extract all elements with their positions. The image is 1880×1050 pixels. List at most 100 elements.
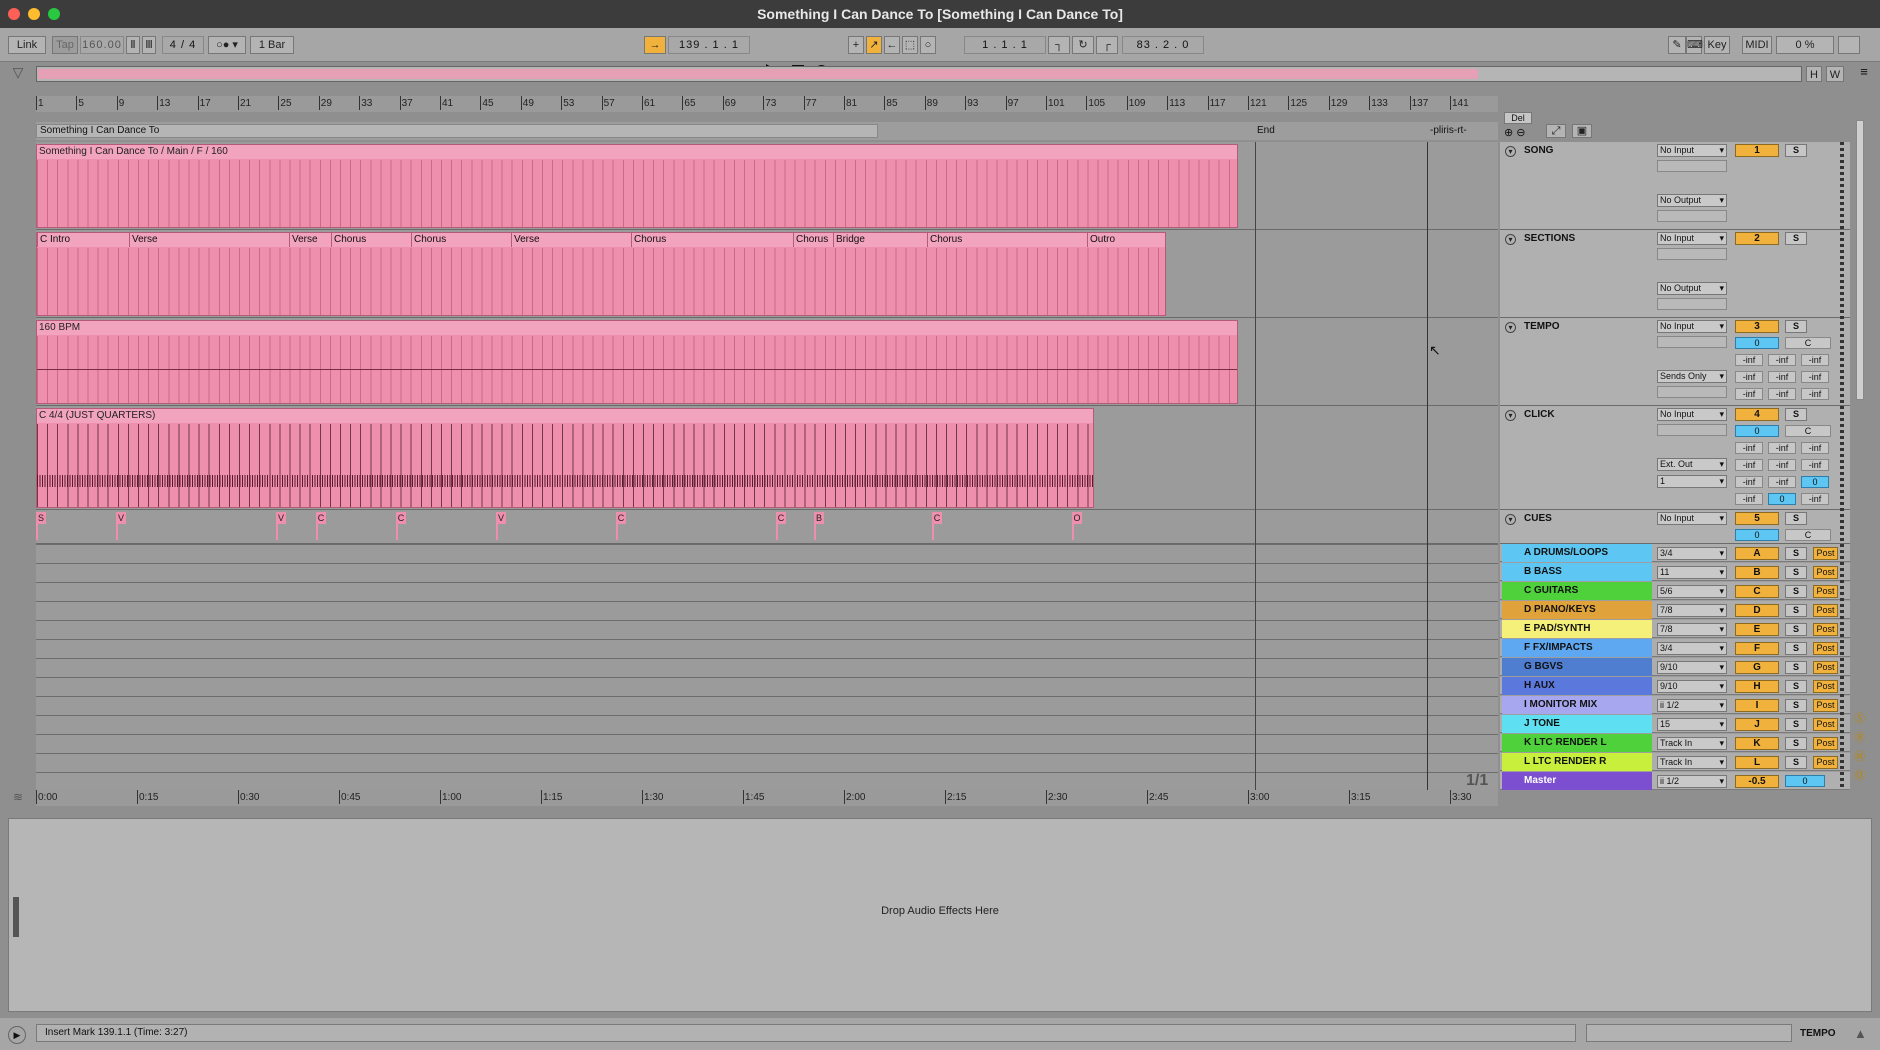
routing-selector[interactable]: 5/6: [1657, 585, 1727, 598]
track-activator[interactable]: J: [1735, 718, 1779, 731]
vertical-scrollbar[interactable]: [1856, 120, 1864, 400]
section-label[interactable]: Verse: [289, 233, 318, 247]
send-field[interactable]: -inf: [1768, 371, 1796, 383]
track-activator[interactable]: H: [1735, 680, 1779, 693]
cue-marker[interactable]: B: [814, 512, 824, 540]
send-field[interactable]: -inf: [1735, 459, 1763, 471]
send-field-active[interactable]: 0: [1768, 493, 1796, 505]
nudge-down-icon[interactable]: Ⅱ: [126, 36, 140, 54]
track-activator[interactable]: 2: [1735, 232, 1779, 245]
time-ruler[interactable]: 0:00 0:15 0:30 0:45 1:00 1:15 1:30 1:45 2:00 2:15…: [35, 790, 1498, 806]
routing-selector[interactable]: 11: [1657, 566, 1727, 579]
arrangement-view[interactable]: Something I Can Dance To / Main / F / 16…: [36, 142, 1498, 790]
group-track[interactable]: B BASS 11 BS Post: [1500, 563, 1850, 581]
pan-field[interactable]: C: [1785, 337, 1831, 349]
solo-button[interactable]: S: [1785, 604, 1807, 617]
group-track[interactable]: J TONE 15 JS Post: [1500, 715, 1850, 733]
song-locator[interactable]: Something I Can Dance To: [40, 125, 159, 136]
send-field[interactable]: -inf: [1768, 354, 1796, 366]
input-channel[interactable]: [1657, 248, 1727, 260]
group-track[interactable]: G BGVS 9/10 GS Post: [1500, 658, 1850, 676]
section-label[interactable]: Bridge: [833, 233, 865, 247]
computer-keyboard-icon[interactable]: ⌨: [1686, 36, 1703, 54]
midi-map-button[interactable]: MIDI: [1742, 36, 1772, 54]
section-label[interactable]: Chorus: [793, 233, 828, 247]
track-sections[interactable]: ▾ SECTIONS No Input No Output 2 S: [1500, 230, 1850, 318]
time-signature-field[interactable]: 4 / 4: [162, 36, 204, 54]
master-pan-field[interactable]: 0: [1785, 775, 1825, 787]
master-volume-field[interactable]: -0.5: [1735, 775, 1779, 788]
track-master[interactable]: Master ii 1/2 -0.5 0: [1500, 772, 1850, 790]
cue-marker[interactable]: C: [776, 512, 786, 540]
solo-button[interactable]: S: [1785, 661, 1807, 674]
send-field[interactable]: -inf: [1801, 371, 1829, 383]
pan-field[interactable]: C: [1785, 529, 1831, 541]
routing-selector[interactable]: 15: [1657, 718, 1727, 731]
input-selector[interactable]: No Input: [1657, 512, 1727, 525]
track-activator[interactable]: E: [1735, 623, 1779, 636]
song-lane[interactable]: Something I Can Dance To / Main / F / 16…: [36, 142, 1498, 230]
send-field[interactable]: -inf: [1768, 459, 1796, 471]
cues-lane[interactable]: SVVCCVCCBCO: [36, 510, 1498, 544]
group-track[interactable]: K LTC RENDER L Track In KS Post: [1500, 734, 1850, 752]
track-cues[interactable]: ▾ CUES No Input 5 S 0 C: [1500, 510, 1850, 544]
solo-button[interactable]: S: [1785, 737, 1807, 750]
post-button[interactable]: Post: [1813, 718, 1838, 731]
arrangement-position-field[interactable]: 139 . 1 . 1: [668, 36, 750, 54]
post-button[interactable]: Post: [1813, 661, 1838, 674]
song-clip[interactable]: Something I Can Dance To / Main / F / 16…: [36, 144, 1238, 228]
track-activator[interactable]: D: [1735, 604, 1779, 617]
metronome-button[interactable]: ○● ▾: [208, 36, 246, 54]
solo-button[interactable]: S: [1785, 642, 1807, 655]
solo-button[interactable]: S: [1785, 718, 1807, 731]
output-channel-selector[interactable]: 1: [1657, 475, 1727, 488]
section-label[interactable]: Verse: [511, 233, 540, 247]
sections-clip[interactable]: C Intro Verse Verse Chorus Chorus Verse Chorus…: [36, 232, 1166, 316]
send-field[interactable]: -inf: [1735, 493, 1763, 505]
click-clip[interactable]: C 4/4 (JUST QUARTERS): [36, 408, 1094, 508]
browser-toggle-icon[interactable]: ≡: [1854, 64, 1874, 80]
group-track[interactable]: D PIANO/KEYS 7/8 DS Post: [1500, 601, 1850, 619]
section-label[interactable]: Outro: [1087, 233, 1115, 247]
loop-switch-icon[interactable]: ↻: [1072, 36, 1094, 54]
solo-button[interactable]: S: [1785, 408, 1807, 421]
add-locator-icon[interactable]: ⊕ ⊖: [1504, 126, 1526, 139]
routing-selector[interactable]: 7/8: [1657, 623, 1727, 636]
post-button[interactable]: Post: [1813, 547, 1838, 560]
post-button[interactable]: Post: [1813, 680, 1838, 693]
solo-button[interactable]: S: [1785, 566, 1807, 579]
track-activator[interactable]: G: [1735, 661, 1779, 674]
routing-selector[interactable]: 3/4: [1657, 642, 1727, 655]
tempo-clip[interactable]: 160 BPM: [36, 320, 1238, 404]
send-field[interactable]: -inf: [1768, 388, 1796, 400]
loop-start-field[interactable]: 1 . 1 . 1: [964, 36, 1046, 54]
send-field[interactable]: -inf: [1768, 476, 1796, 488]
track-activator[interactable]: K: [1735, 737, 1779, 750]
close-window-button[interactable]: [8, 8, 20, 20]
track-activator[interactable]: C: [1735, 585, 1779, 598]
routing-selector[interactable]: 9/10: [1657, 680, 1727, 693]
solo-button[interactable]: S: [1785, 232, 1807, 245]
pan-field[interactable]: C: [1785, 425, 1831, 437]
key-map-button[interactable]: Key: [1704, 36, 1730, 54]
output-selector[interactable]: No Output: [1657, 194, 1727, 207]
output-selector[interactable]: ii 1/2: [1657, 775, 1727, 788]
link-button[interactable]: Link: [8, 36, 46, 54]
send-field[interactable]: -inf: [1801, 354, 1829, 366]
zoom-icon[interactable]: ≋: [6, 790, 30, 806]
track-activator[interactable]: B: [1735, 566, 1779, 579]
post-button[interactable]: Post: [1813, 699, 1838, 712]
cue-marker[interactable]: C: [316, 512, 326, 540]
post-button[interactable]: Post: [1813, 604, 1838, 617]
hide-button[interactable]: H: [1806, 66, 1822, 82]
input-selector[interactable]: No Input: [1657, 144, 1727, 157]
follow-button[interactable]: →: [644, 36, 666, 54]
send-field[interactable]: -inf: [1801, 459, 1829, 471]
track-activator[interactable]: 1: [1735, 144, 1779, 157]
track-activator[interactable]: L: [1735, 756, 1779, 769]
beat-time-ruler[interactable]: 1 5 9 13 17 21 25 29 33 37 41 45 49 53 57 61 65 69 73 77 81 8…: [36, 96, 1498, 112]
session-record-icon[interactable]: ○: [920, 36, 936, 54]
volume-field[interactable]: 0: [1735, 337, 1779, 349]
volume-field[interactable]: 0: [1735, 529, 1779, 541]
solo-button[interactable]: S: [1785, 512, 1807, 525]
